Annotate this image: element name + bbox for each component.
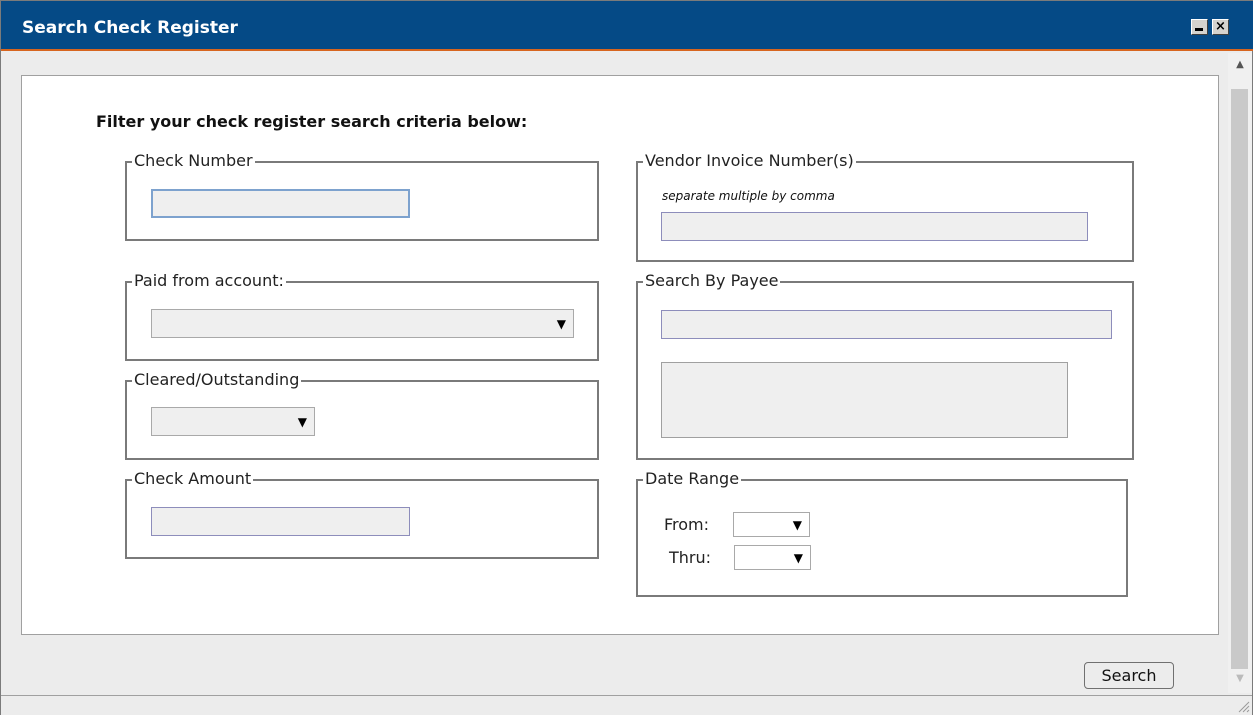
vendor-invoice-legend: Vendor Invoice Number(s)	[643, 151, 856, 170]
vendor-invoice-hint: separate multiple by comma	[662, 189, 835, 203]
date-from-select[interactable]: ▼	[733, 512, 810, 537]
cleared-outstanding-legend: Cleared/Outstanding	[132, 370, 302, 389]
vendor-invoice-input[interactable]	[661, 212, 1088, 241]
minimize-icon	[1195, 28, 1203, 31]
title-bar: Search Check Register ×	[1, 1, 1253, 51]
chevron-down-icon: ▼	[793, 550, 803, 565]
window-title: Search Check Register	[22, 18, 238, 38]
date-range-group: Date Range	[636, 470, 1128, 597]
chevron-down-icon: ▼	[556, 316, 566, 331]
date-thru-select[interactable]: ▼	[734, 545, 811, 570]
chevron-down-icon: ▼	[792, 517, 802, 532]
scroll-down-icon[interactable]: ▼	[1228, 673, 1252, 684]
payee-search-input[interactable]	[661, 310, 1112, 339]
date-thru-label: Thru:	[669, 548, 712, 567]
resize-grip-icon[interactable]	[1236, 699, 1250, 713]
chevron-down-icon: ▼	[297, 414, 307, 429]
check-amount-legend: Check Amount	[132, 469, 254, 488]
filter-heading: Filter your check register search criter…	[96, 112, 528, 131]
cleared-outstanding-select[interactable]: ▼	[151, 407, 315, 436]
check-number-input[interactable]	[151, 189, 410, 218]
search-by-payee-legend: Search By Payee	[643, 271, 781, 290]
paid-from-account-legend: Paid from account:	[132, 271, 286, 290]
scroll-thumb[interactable]	[1231, 89, 1248, 669]
status-bar	[1, 695, 1252, 715]
minimize-button[interactable]	[1191, 19, 1208, 35]
search-check-register-window: Search Check Register × Filter your chec…	[0, 0, 1253, 715]
check-number-legend: Check Number	[132, 151, 255, 170]
vertical-scrollbar[interactable]: ▲ ▼	[1228, 53, 1252, 693]
scroll-up-icon[interactable]: ▲	[1228, 59, 1252, 70]
close-button[interactable]: ×	[1212, 19, 1229, 35]
date-range-legend: Date Range	[643, 469, 742, 488]
paid-from-account-select[interactable]: ▼	[151, 309, 574, 338]
date-from-label: From:	[664, 515, 710, 534]
search-button[interactable]: Search	[1084, 662, 1174, 689]
payee-results-list[interactable]	[661, 362, 1068, 438]
close-icon: ×	[1215, 19, 1226, 34]
check-amount-input[interactable]	[151, 507, 410, 536]
